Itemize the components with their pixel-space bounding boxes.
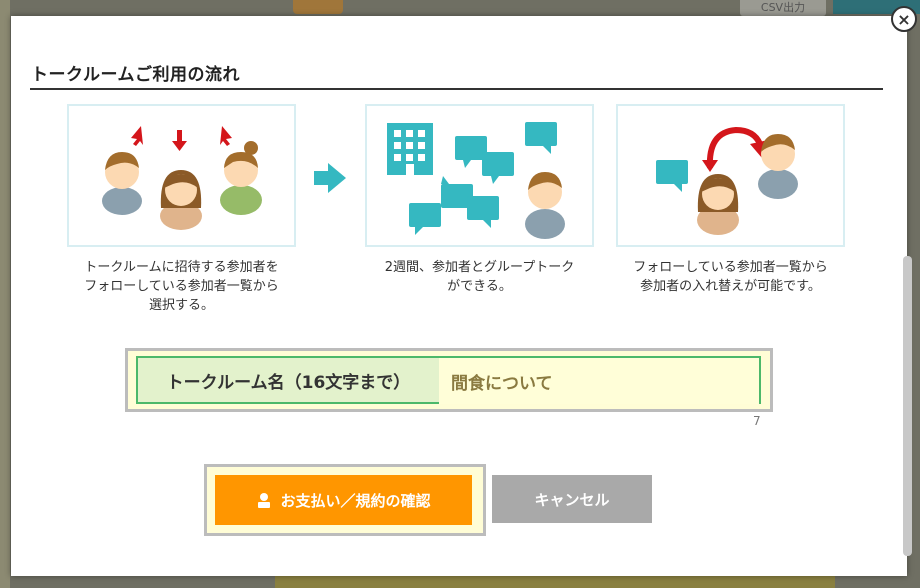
cancel-button[interactable]: キャンセル — [492, 475, 652, 523]
user-icon — [258, 493, 271, 508]
next-step-arrow-icon — [314, 163, 346, 193]
step-1-caption: トークルームに招待する参加者を フォローしている参加者一覧から 選択する。 — [84, 260, 279, 313]
background-thumbnail — [293, 0, 343, 14]
payment-terms-label: お支払い／規約の確認 — [280, 491, 431, 510]
background-footer-bar — [275, 576, 835, 588]
modal-title: トークルームご利用の流れ — [31, 65, 240, 85]
red-arrow-icon — [131, 126, 232, 151]
background-sidebar — [0, 0, 10, 588]
step-3-caption: フォローしている参加者一覧から 参加者の入れ替えが可能です。 — [633, 260, 828, 294]
step-3-illustration — [616, 104, 845, 247]
character-counter: 7 — [753, 414, 761, 428]
pay-button-frame: お支払い／規約の確認 — [204, 464, 486, 536]
person-icon — [758, 134, 798, 199]
speech-bubble-icon — [656, 160, 688, 192]
building-icon — [387, 123, 433, 175]
background-csv-button: CSV出力 — [740, 0, 826, 16]
step-2-caption: 2週間、参加者とグループトーク ができる。 — [384, 260, 575, 294]
room-name-input[interactable] — [439, 358, 759, 404]
room-name-label: トークルーム名（16文字まで） — [138, 358, 439, 402]
step-1-illustration — [67, 104, 296, 247]
room-name-field: トークルーム名（16文字まで） — [136, 356, 761, 404]
title-divider — [30, 88, 883, 90]
person-icon — [525, 172, 565, 239]
close-icon: × — [897, 9, 911, 29]
person-icon — [160, 170, 202, 230]
talk-room-modal: トークルームご利用の流れ トークルームに招待する参加者を フォローしている参加者… — [11, 16, 912, 576]
close-button[interactable]: × — [891, 6, 917, 32]
person-icon — [102, 152, 142, 215]
modal-scrollbar[interactable] — [903, 256, 912, 556]
step-2-illustration — [365, 104, 594, 247]
swap-arrow-icon — [702, 126, 768, 172]
payment-terms-button[interactable]: お支払い／規約の確認 — [215, 475, 472, 525]
person-icon — [697, 174, 739, 235]
person-icon — [220, 141, 262, 215]
room-name-field-frame: トークルーム名（16文字まで） — [125, 348, 773, 412]
